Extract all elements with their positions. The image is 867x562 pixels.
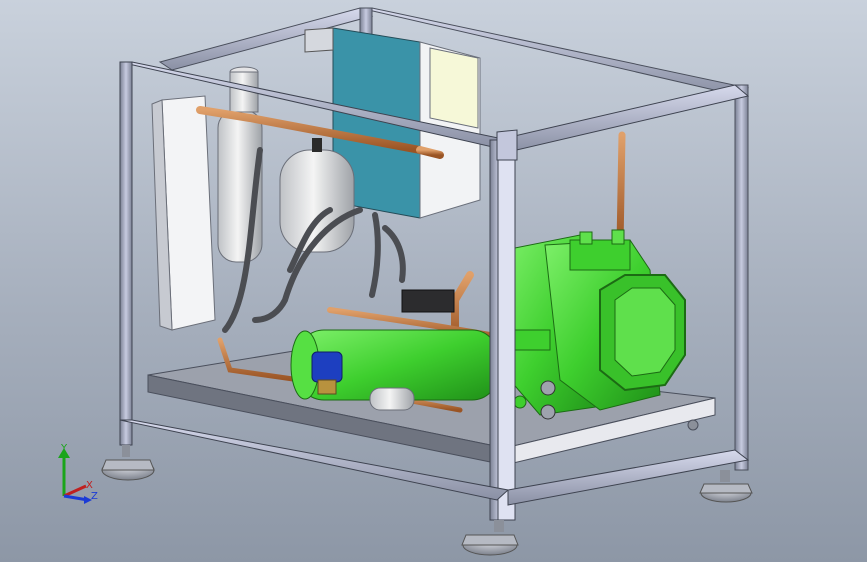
- leveling-feet: [101, 445, 753, 556]
- semi-hermetic-compressor: [504, 229, 686, 420]
- y-axis-label: Y: [61, 443, 68, 454]
- z-axis-label: Z: [91, 491, 98, 502]
- foot-front: [461, 520, 519, 556]
- x-axis-label: X: [86, 480, 93, 491]
- coordinate-triad: Y X Z: [50, 440, 110, 510]
- 3d-model-viewport[interactable]: Y X Z: [0, 0, 867, 562]
- plate-heat-exchanger: [151, 95, 216, 331]
- refrigeration-unit-model: [101, 7, 753, 556]
- filter-drier: [369, 387, 415, 411]
- compressor-end-cover: [599, 274, 686, 392]
- axes-icon: [58, 448, 92, 504]
- foot-right: [699, 470, 753, 503]
- oil-pressure-switch: [401, 289, 455, 313]
